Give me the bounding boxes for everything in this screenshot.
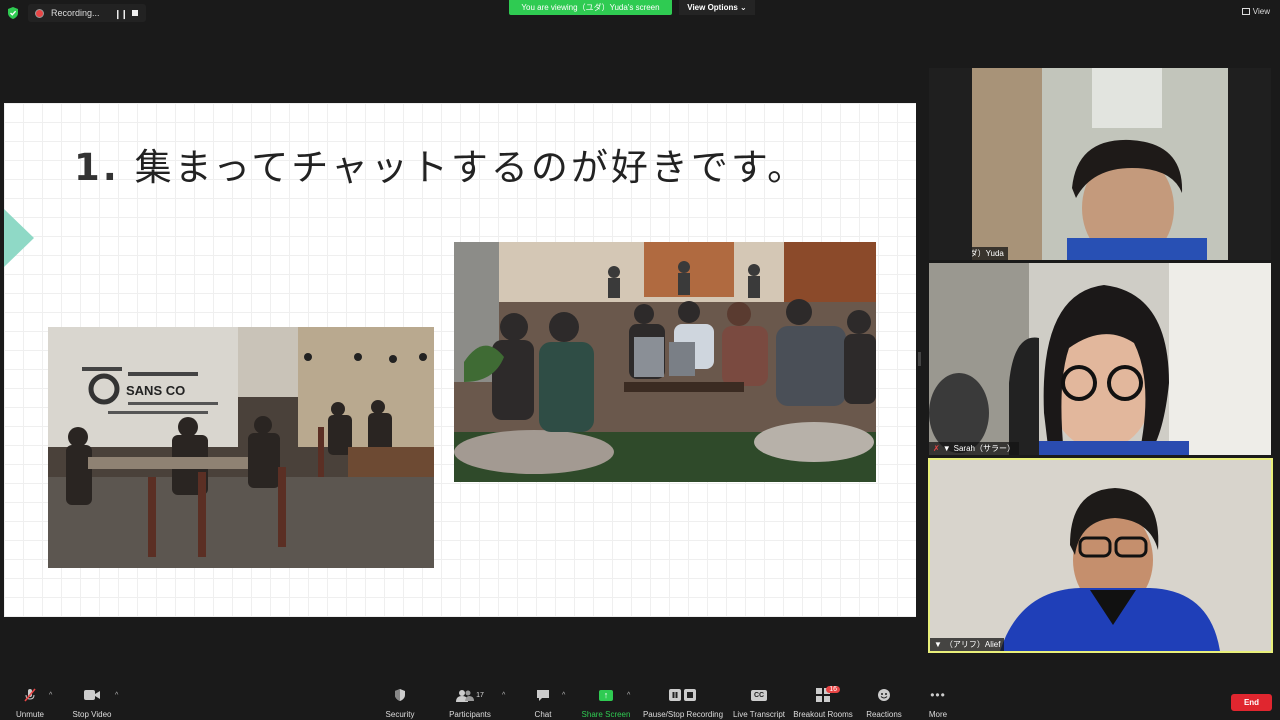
slide-accent-triangle [4,209,34,267]
record-icon [35,8,44,18]
participant-nametag: ✗ ▼ Sarah（サラー） [929,442,1019,455]
more-button[interactable]: ••• More [924,682,952,720]
security-shield-icon [393,686,407,704]
reactions-label: Reactions [866,710,902,719]
stop-video-label: Stop Video [72,710,112,719]
video-tile-alief[interactable]: ▼ （アリフ）Alief [928,458,1273,653]
view-icon [1241,8,1250,15]
meeting-toolbar: Unmute ^ Stop Video ^ Security 17 Partic… [0,682,1280,720]
stop-icon[interactable] [132,10,138,16]
pause-stop-recording-button[interactable]: Pause/Stop Recording [642,682,724,720]
pin-icon: ▼ [934,640,942,649]
cc-icon: CC [751,686,767,704]
audio-options-caret-icon[interactable]: ^ [49,692,52,699]
video-tile-yuda[interactable]: ✗ ▼ （ユダ）Yuda [972,68,1228,260]
slide-title-text: 集まってチャットするのが好きです。 [134,146,808,189]
group-meetup-photo [454,242,876,482]
recording-indicator: Recording... ❙❙ [28,4,146,22]
video-icon [83,686,101,704]
chat-caret-icon[interactable]: ^ [562,692,565,699]
slide-title-number: 1. [74,146,120,189]
participants-count: 17 [476,691,484,699]
video-tile-sarah[interactable]: ✗ ▼ Sarah（サラー） [929,263,1271,455]
view-button[interactable]: View [1241,7,1270,16]
recording-label: Recording... [51,8,100,18]
pause-stop-recording-label: Pause/Stop Recording [642,710,724,719]
share-screen-button[interactable]: ↑ Share Screen [580,682,632,720]
mic-off-icon: ✗ [933,444,940,453]
video-options-caret-icon[interactable]: ^ [115,692,118,699]
shield-icon[interactable] [6,6,20,20]
shared-screen-slide: 1. 集まってチャットするのが好きです。 SANS CO [4,103,916,617]
security-button[interactable]: Security [380,682,420,720]
meeting-topbar: Recording... ❙❙ You are viewing（ユダ）Yuda'… [0,0,1280,26]
unmute-label: Unmute [15,710,44,719]
chat-button[interactable]: Chat [530,682,556,720]
participant-name: Sarah（サラー） [953,444,1015,453]
end-meeting-button[interactable]: End [1231,694,1272,711]
live-transcript-button[interactable]: CC Live Transcript [732,682,786,720]
viewing-banner: You are viewing（ユダ）Yuda's screen [509,0,672,15]
share-screen-label: Share Screen [581,710,631,719]
cc-icon-text: CC [751,689,767,701]
slide-title: 1. 集まってチャットするのが好きです。 [74,137,807,191]
participants-caret-icon[interactable]: ^ [502,692,505,699]
breakout-icon: 16 [816,686,840,704]
live-transcript-label: Live Transcript [732,710,786,719]
reactions-button[interactable]: Reactions [866,682,902,720]
security-label: Security [385,710,415,719]
reactions-icon [877,686,891,704]
participant-nametag: ✗ ▼ （ユダ）Yuda [972,247,1008,260]
participant-name: （ユダ）Yuda [972,249,1004,258]
mic-off-icon [22,686,38,704]
participant-name: （アリフ）Alief [944,640,1001,649]
view-options-button[interactable]: View Options ⌄ [679,0,755,15]
unmute-button[interactable]: Unmute [12,682,48,720]
pin-icon: ▼ [942,444,951,453]
chat-icon [536,686,550,704]
breakout-rooms-button[interactable]: 16 Breakout Rooms [793,682,853,720]
share-icon: ↑ [599,686,613,704]
breakout-badge: 16 [826,686,840,693]
participant-nametag: ▼ （アリフ）Alief [930,638,1005,651]
participants-icon: 17 [456,686,484,704]
participants-button[interactable]: 17 Participants [448,682,492,720]
stop-video-button[interactable]: Stop Video [70,682,114,720]
chat-label: Chat [534,710,552,719]
pause-icon[interactable]: ❙❙ [114,9,128,20]
share-caret-icon[interactable]: ^ [627,692,630,699]
panel-resize-handle[interactable] [918,352,921,366]
breakout-rooms-label: Breakout Rooms [793,710,853,719]
participants-label: Participants [449,710,491,719]
recording-control-icon [669,686,697,704]
cafe-interior-photo: SANS CO [48,327,434,568]
view-label: View [1252,7,1270,16]
more-label: More [928,710,948,719]
more-icon: ••• [930,688,946,702]
svg-text:SANS CO: SANS CO [126,383,185,398]
